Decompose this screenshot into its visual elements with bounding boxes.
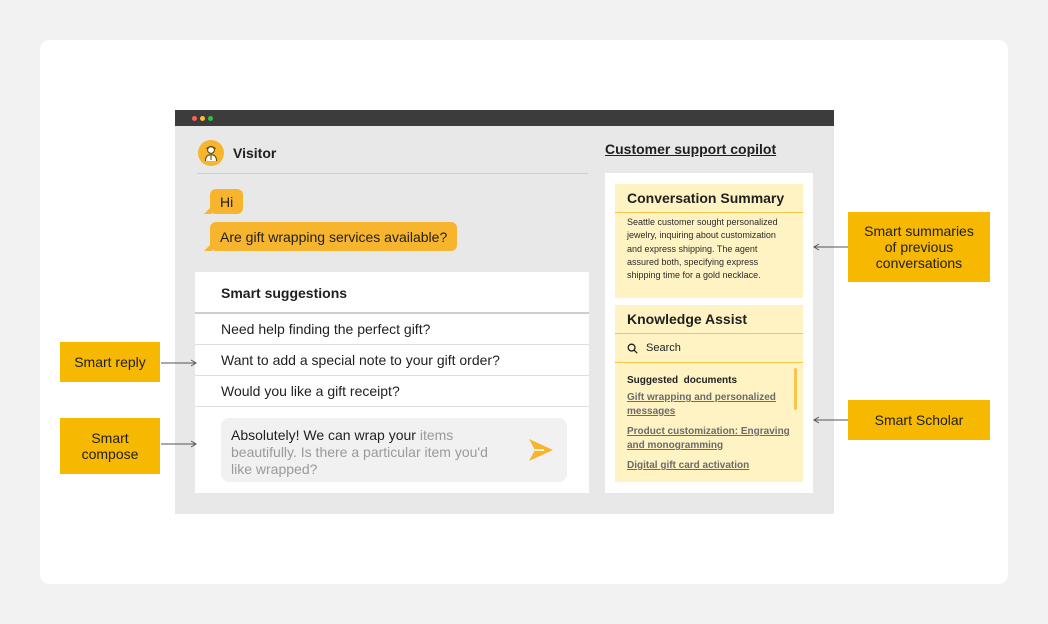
compose-typed-text: Absolutely! We can wrap your (231, 427, 420, 443)
smart-suggestions-title: Smart suggestions (221, 285, 348, 301)
compose-input[interactable]: Absolutely! We can wrap your items beaut… (221, 418, 567, 482)
search-placeholder: Search (646, 342, 681, 354)
conversation-summary-card: Conversation Summary Seattle customer so… (615, 184, 803, 298)
smart-reply-callout: Smart reply (60, 342, 160, 382)
chat-bubble-text: Are gift wrapping services available? (220, 228, 448, 245)
copilot-panel: Conversation Summary Seattle customer so… (605, 173, 813, 493)
callout-label: Smart reply (74, 354, 146, 370)
suggestion-item[interactable]: Would you like a gift receipt? (195, 375, 589, 406)
smart-compose-callout: Smart compose (60, 418, 160, 474)
suggestion-item[interactable]: Want to add a special note to your gift … (195, 344, 589, 375)
knowledge-assist-card: Knowledge Assist Search Suggested docume… (615, 305, 803, 482)
suggestion-label: Need help finding the perfect gift? (221, 320, 431, 337)
chat-bubble-greeting: Hi (203, 189, 244, 214)
header-divider (197, 173, 588, 174)
suggestion-label: Would you like a gift receipt? (221, 383, 400, 399)
suggestions-divider (195, 406, 589, 407)
conversation-summary-text: Seattle customer sought personalized jew… (627, 217, 778, 281)
user-avatar-icon (198, 140, 224, 166)
search-icon (627, 343, 638, 354)
copilot-title: Customer support copilot (605, 141, 777, 157)
suggestion-item[interactable]: Need help finding the perfect gift? (195, 312, 589, 343)
suggestion-label: Want to add a special note to your gift … (221, 352, 500, 368)
callout-label: Smart compose (81, 430, 139, 462)
visitor-name: Visitor (233, 145, 277, 161)
conversation-summary-title: Conversation Summary (615, 184, 803, 213)
document-link[interactable]: Gift wrapping and personalized messages (627, 391, 795, 419)
document-link[interactable]: Product customization: Engraving and mon… (627, 425, 795, 453)
documents-scrollbar[interactable] (794, 368, 797, 410)
smart-suggestions-panel: Smart suggestions Need help finding the … (195, 272, 589, 493)
smart-scholar-callout: Smart Scholar (848, 400, 990, 440)
close-window-dot[interactable] (192, 116, 197, 121)
suggested-documents-title: Suggested documents (627, 375, 738, 386)
smart-summaries-callout: Smart summaries of previous conversation… (848, 212, 990, 282)
callout-label: Smart summaries of previous conversation… (864, 223, 974, 271)
send-icon[interactable] (527, 436, 555, 464)
document-link[interactable]: Digital gift card activation (627, 459, 795, 473)
chat-bubble-text: Hi (220, 193, 234, 210)
window-titlebar (175, 110, 834, 126)
knowledge-assist-title: Knowledge Assist (615, 305, 803, 334)
callout-label: Smart Scholar (874, 412, 964, 428)
chat-bubble-question: Are gift wrapping services available? (203, 222, 458, 251)
knowledge-search-input[interactable]: Search (615, 334, 803, 363)
maximize-window-dot[interactable] (208, 116, 213, 121)
minimize-window-dot[interactable] (200, 116, 205, 121)
